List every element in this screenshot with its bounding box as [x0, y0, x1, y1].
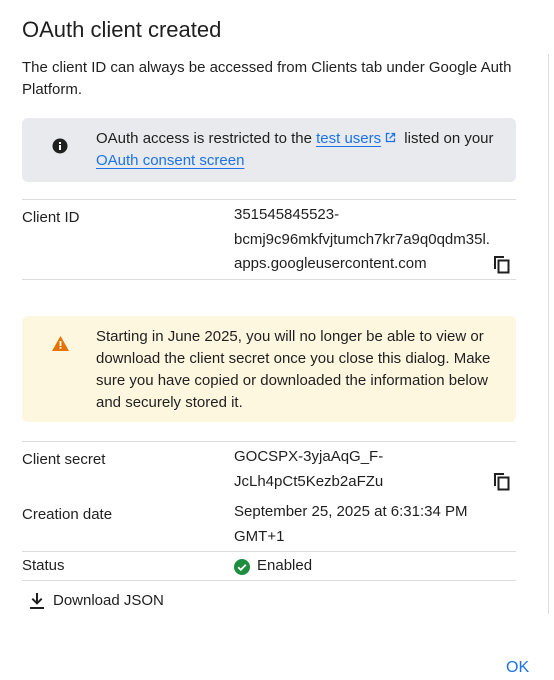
client-secret-label: Client secret — [22, 451, 106, 468]
warning-icon — [52, 336, 69, 351]
download-icon — [30, 593, 44, 609]
client-id-row: Client ID 351545845523- bcmj9c96mkfvjtum… — [22, 199, 516, 279]
info-notice: OAuth access is restricted to the test u… — [22, 118, 516, 182]
creation-date-value: September 25, 2025 at 6:31:34 PM GMT+1 — [234, 503, 468, 545]
client-id-label: Client ID — [22, 209, 80, 226]
creation-date-label: Creation date — [22, 506, 113, 523]
scrollbar[interactable] — [548, 54, 554, 614]
download-json-label: Download JSON — [53, 592, 164, 609]
download-json-button[interactable]: Download JSON — [30, 588, 164, 614]
creation-date-row: Creation date September 25, 2025 at 6:31… — [22, 497, 516, 551]
divider — [22, 580, 516, 581]
test-users-link[interactable]: test users — [316, 130, 381, 147]
info-text-middle: listed on your — [400, 130, 494, 147]
check-circle-icon — [234, 559, 250, 575]
warning-notice-text: Starting in June 2025, you will no longe… — [96, 328, 491, 411]
oauth-consent-screen-link[interactable]: OAuth consent screen — [96, 152, 244, 169]
info-text-before: OAuth access is restricted to the — [96, 130, 317, 147]
intro-text: The client ID can always be accessed fro… — [22, 59, 512, 98]
warning-notice: Starting in June 2025, you will no longe… — [22, 316, 516, 422]
status-value: Enabled — [234, 554, 514, 628]
copy-icon[interactable] — [494, 473, 510, 491]
status-label: Status — [22, 557, 65, 574]
divider — [22, 279, 516, 280]
info-icon — [52, 138, 68, 154]
oauth-client-created-dialog: OAuth client created The client ID can a… — [0, 0, 554, 677]
client-secret-row: Client secret GOCSPX-3yjaAqG_F- JcLh4pCt… — [22, 441, 516, 497]
info-notice-text: OAuth access is restricted to the test u… — [96, 128, 506, 172]
client-secret-value: GOCSPX-3yjaAqG_F- JcLh4pCt5Kezb2aFZu — [234, 448, 384, 490]
status-text: Enabled — [257, 557, 313, 574]
dialog-title: OAuth client created — [22, 17, 222, 42]
external-link-icon[interactable] — [384, 131, 397, 144]
copy-icon[interactable] — [494, 256, 510, 274]
ok-button[interactable]: OK — [506, 656, 529, 680]
client-id-value: 351545845523- bcmj9c96mkfvjtumch7kr7a9q0… — [234, 206, 490, 272]
status-row: Status Enabled — [22, 551, 516, 580]
